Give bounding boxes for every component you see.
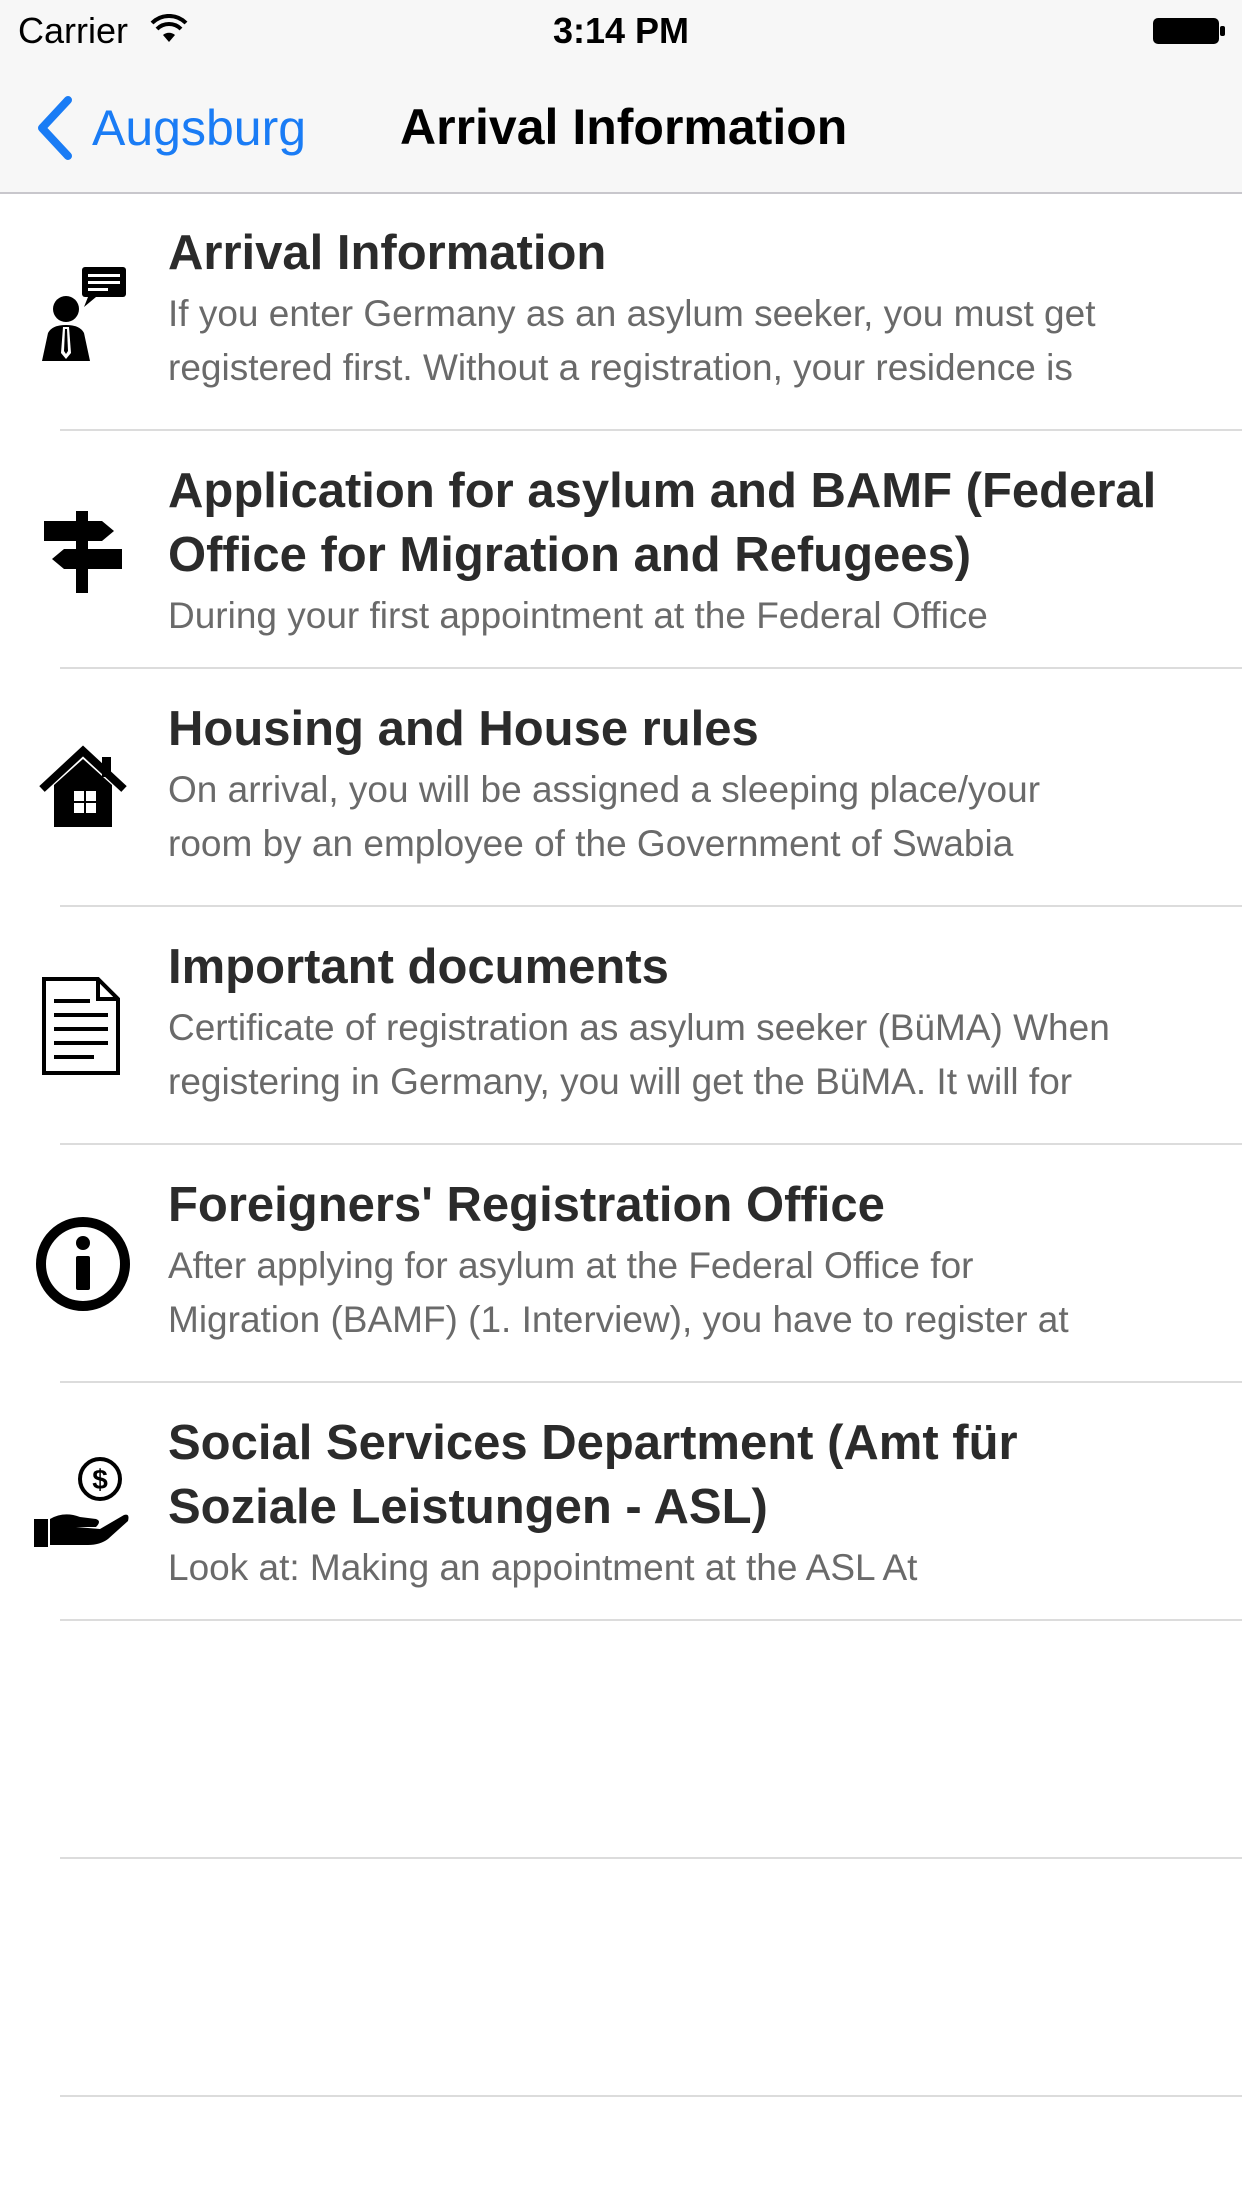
status-bar: Carrier 3:14 PM (0, 0, 1242, 60)
separator (60, 2095, 1242, 2097)
top-bar: Carrier 3:14 PM Augsburg Arrival Informa… (0, 0, 1242, 194)
nav-title: Arrival Information (400, 99, 848, 155)
back-button[interactable]: Augsburg (32, 92, 306, 164)
item-description-line: registered first. Without a registration… (168, 347, 1073, 388)
back-label: Augsburg (92, 100, 307, 156)
item-title-line: Office for Migration and Refugees) (168, 528, 972, 582)
item-title: Housing and House rules (168, 702, 759, 756)
list-item-arrival-information[interactable]: Arrival Information If you enter Germany… (0, 193, 1242, 431)
svg-text:$: $ (92, 1464, 108, 1495)
item-description-line: During your first appointment at the Fed… (168, 595, 988, 636)
list-item-housing[interactable]: Housing and House rules On arrival, you … (0, 669, 1242, 907)
item-title-line: Soziale Leistungen - ASL) (168, 1480, 768, 1534)
list-item-important-documents[interactable]: Important documents Certificate of regis… (0, 907, 1242, 1145)
navigation-bar: Augsburg Arrival Information (0, 66, 1242, 190)
person-speech-icon (30, 259, 136, 365)
item-description-line: After applying for asylum at the Federal… (168, 1245, 974, 1286)
status-time: 3:14 PM (552, 10, 690, 51)
battery-icon (1153, 18, 1225, 44)
item-description-line: Migration (BAMF) (1. Interview), you hav… (168, 1299, 1069, 1340)
item-title: Foreigners' Registration Office (168, 1178, 885, 1232)
list-item-asylum-application[interactable]: Application for asylum and BAMF (Federal… (0, 431, 1242, 669)
item-description-line: room by an employee of the Government of… (168, 823, 1014, 864)
chevron-left-icon (38, 96, 72, 160)
list-item-foreigners-registration-office[interactable]: Foreigners' Registration Office After ap… (0, 1145, 1242, 1383)
item-title-line: Application for asylum and BAMF (Federal (168, 464, 1157, 518)
info-icon (30, 1211, 136, 1317)
item-title: Important documents (168, 940, 669, 994)
house-icon (30, 735, 136, 841)
item-title: Arrival Information (168, 226, 607, 280)
list-item-social-services[interactable]: $ Social Services Department (Amt für So… (0, 1383, 1242, 1621)
document-icon (30, 973, 136, 1079)
item-description-line: If you enter Germany as an asylum seeker… (168, 293, 1096, 334)
topic-list: Arrival Information If you enter Germany… (0, 193, 1242, 2097)
empty-row (0, 1621, 1242, 1859)
item-description-line: registering in Germany, you will get the… (168, 1061, 1073, 1102)
money-hand-icon: $ (30, 1449, 136, 1555)
empty-row (0, 1859, 1242, 2097)
item-description-line: Certificate of registration as asylum se… (168, 1007, 1110, 1048)
signpost-icon (30, 497, 136, 603)
item-description-line: On arrival, you will be assigned a sleep… (168, 769, 1041, 810)
item-description-line: Look at: Making an appointment at the AS… (168, 1547, 918, 1588)
item-title-line: Social Services Department (Amt für (168, 1416, 1018, 1470)
